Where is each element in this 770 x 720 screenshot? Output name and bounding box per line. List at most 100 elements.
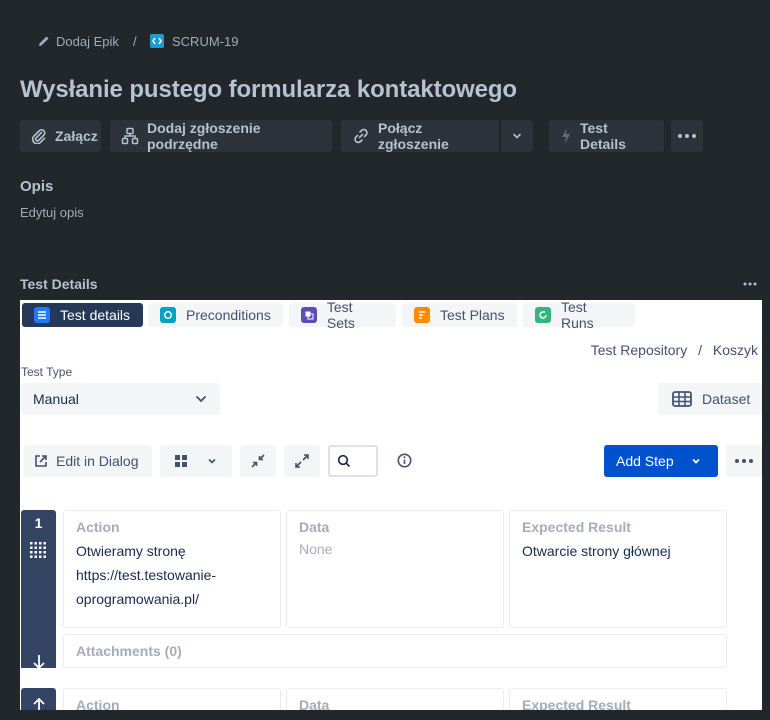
test-details-heading: Test Details bbox=[20, 276, 98, 292]
search-input[interactable] bbox=[328, 445, 378, 477]
breadcrumb-epic[interactable]: Dodaj Epik bbox=[38, 31, 119, 51]
add-child-issue-button[interactable]: Dodaj zgłoszenie podrzędne bbox=[110, 120, 332, 152]
expand-icon bbox=[294, 453, 310, 469]
more-icon bbox=[678, 134, 696, 138]
child-issue-icon bbox=[121, 127, 139, 145]
attach-button[interactable]: Załącz bbox=[20, 120, 101, 152]
expand-all-button[interactable] bbox=[284, 445, 320, 477]
repository-separator: / bbox=[698, 342, 702, 358]
breadcrumb-epic-label: Dodaj Epik bbox=[56, 33, 119, 49]
step-expected-result-field[interactable]: Expected Result Otwarcie strony głównej bbox=[509, 510, 727, 628]
link-issue-dropdown-button[interactable] bbox=[501, 120, 533, 152]
tab-label: Preconditions bbox=[186, 307, 271, 323]
step-rail bbox=[21, 688, 56, 710]
more-icon bbox=[735, 459, 753, 463]
attachments-label: Attachments (0) bbox=[76, 643, 182, 659]
info-button[interactable] bbox=[397, 453, 412, 468]
story-icon bbox=[150, 34, 164, 48]
chevron-down-icon bbox=[206, 455, 218, 467]
breadcrumb-separator: / bbox=[133, 33, 137, 49]
add-step-label: Add Step bbox=[616, 453, 674, 469]
chevron-down-icon bbox=[690, 455, 702, 467]
add-step-button[interactable]: Add Step bbox=[604, 445, 718, 477]
pencil-icon bbox=[38, 35, 50, 47]
tab-preconditions[interactable]: Preconditions bbox=[148, 303, 283, 327]
issue-title[interactable]: Wysłanie pustego formularza kontaktowego bbox=[20, 76, 517, 104]
edit-in-dialog-label: Edit in Dialog bbox=[56, 453, 139, 469]
step-expected-result-field[interactable]: Expected Result bbox=[509, 688, 727, 710]
info-icon bbox=[397, 453, 412, 468]
test-runs-icon bbox=[535, 307, 551, 323]
issue-key-label: SCRUM-19 bbox=[172, 33, 239, 49]
edit-in-dialog-button[interactable]: Edit in Dialog bbox=[24, 445, 152, 477]
dataset-label: Dataset bbox=[702, 391, 751, 407]
repository-path: Test Repository / Koszyk bbox=[591, 342, 758, 358]
more-icon bbox=[743, 282, 757, 286]
view-mode-dropdown[interactable] bbox=[160, 445, 232, 477]
chevron-down-icon bbox=[194, 392, 208, 406]
attach-label: Załącz bbox=[55, 128, 98, 144]
link-icon bbox=[352, 127, 370, 145]
step-rail: 1 bbox=[21, 510, 56, 670]
action-label: Action bbox=[76, 519, 120, 535]
search-icon bbox=[337, 454, 351, 468]
grid-icon bbox=[174, 454, 188, 468]
attachments-row[interactable]: Attachments (0) bbox=[63, 634, 727, 668]
move-up-icon[interactable] bbox=[31, 697, 47, 710]
test-type-label: Test Type bbox=[21, 365, 73, 379]
action-label: Action bbox=[76, 697, 120, 710]
link-issue-label: Połącz zgłoszenie bbox=[378, 120, 449, 152]
step-number: 1 bbox=[34, 515, 43, 531]
test-sets-icon bbox=[301, 307, 317, 323]
data-label: Data bbox=[299, 697, 330, 710]
add-child-issue-label: Dodaj zgłoszenie podrzędne bbox=[147, 120, 261, 152]
table-icon bbox=[672, 391, 692, 407]
step-data-field[interactable]: Data bbox=[286, 688, 504, 710]
test-details-label: Test Details bbox=[580, 120, 626, 152]
steps-more-button[interactable] bbox=[726, 445, 762, 477]
lightning-icon bbox=[560, 127, 572, 145]
step-data-field[interactable]: Data None bbox=[286, 510, 504, 628]
paperclip-icon bbox=[31, 128, 47, 144]
test-details-panel: Test details Preconditions Test Sets Tes… bbox=[20, 300, 762, 710]
expected-result-value: Otwarcie strony głównej bbox=[522, 543, 671, 559]
expected-result-label: Expected Result bbox=[522, 519, 631, 535]
dataset-button[interactable]: Dataset bbox=[658, 383, 762, 415]
data-value: None bbox=[299, 541, 333, 557]
chevron-down-icon bbox=[511, 130, 523, 142]
tab-label: Test details bbox=[60, 307, 131, 323]
repository-root-link[interactable]: Test Repository bbox=[591, 342, 687, 358]
description-heading: Opis bbox=[20, 178, 54, 195]
test-details-button[interactable]: Test Details bbox=[549, 120, 664, 152]
tab-test-details[interactable]: Test details bbox=[22, 303, 143, 327]
step-action-field[interactable]: Action bbox=[63, 688, 281, 710]
section-more-button[interactable] bbox=[743, 282, 757, 286]
test-type-select[interactable]: Manual bbox=[21, 383, 220, 415]
repository-folder-link[interactable]: Koszyk bbox=[713, 342, 758, 358]
data-label: Data bbox=[299, 519, 330, 535]
action-line: Otwieramy stronę bbox=[76, 543, 186, 559]
step-action-field[interactable]: Action Otwieramy stronę https://test.tes… bbox=[63, 510, 281, 628]
link-issue-button[interactable]: Połącz zgłoszenie bbox=[341, 120, 499, 152]
external-link-icon bbox=[34, 454, 48, 468]
collapse-all-button[interactable] bbox=[240, 445, 276, 477]
tab-test-runs[interactable]: Test Runs bbox=[523, 300, 635, 331]
drag-handle-icon[interactable] bbox=[29, 541, 47, 559]
list-icon bbox=[34, 307, 50, 323]
tab-label: Test Runs bbox=[560, 300, 594, 331]
breadcrumb-issue-key[interactable]: SCRUM-19 bbox=[150, 31, 238, 51]
precondition-icon bbox=[160, 307, 176, 323]
more-actions-button[interactable] bbox=[671, 120, 703, 152]
action-line: oprogramowania.pl/ bbox=[76, 591, 199, 607]
collapse-icon bbox=[250, 453, 266, 469]
test-plans-icon bbox=[414, 307, 430, 323]
tab-test-sets[interactable]: Test Sets bbox=[289, 300, 396, 331]
action-line: https://test.testowanie- bbox=[76, 567, 217, 583]
tab-label: Test Sets bbox=[326, 300, 355, 331]
move-down-icon[interactable] bbox=[31, 654, 47, 670]
expected-result-label: Expected Result bbox=[522, 697, 631, 710]
description-placeholder[interactable]: Edytuj opis bbox=[20, 205, 84, 220]
tab-test-plans[interactable]: Test Plans bbox=[402, 303, 517, 327]
test-type-value: Manual bbox=[33, 391, 79, 407]
tab-label: Test Plans bbox=[440, 307, 505, 323]
